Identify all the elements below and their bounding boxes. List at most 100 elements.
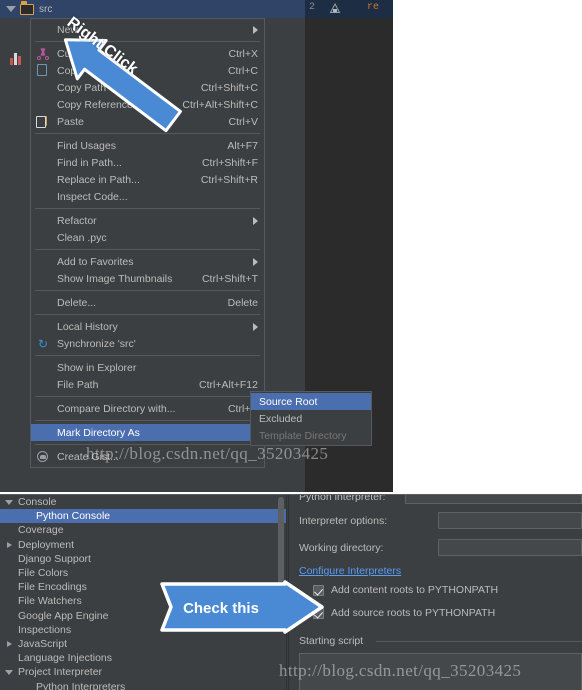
settings-tree-item-label: File Encodings — [18, 581, 87, 594]
menu-separator — [35, 249, 260, 250]
settings-tree-item-label: File Watchers — [18, 595, 82, 608]
menu-item-file-path[interactable]: File Path Ctrl+Alt+F12 — [31, 376, 264, 393]
menu-item-label: Add to Favorites — [57, 255, 134, 268]
chevron-right-icon — [253, 216, 258, 225]
settings-tree-item-django-support[interactable]: Django Support — [0, 552, 286, 566]
python-interpreter-combo[interactable] — [405, 495, 582, 504]
interpreter-options-input[interactable] — [438, 512, 582, 529]
menu-item-delete[interactable]: Delete... Delete — [31, 294, 264, 311]
menu-item-inspect-code[interactable]: Inspect Code... — [31, 188, 264, 205]
add-content-roots-checkbox-row[interactable]: Add content roots to PYTHONPATH — [313, 584, 498, 596]
menu-item-refactor[interactable]: Refactor — [31, 212, 264, 229]
python-interpreter-row-clipped: Python interpreter: — [288, 495, 582, 504]
menu-item-icon-slot — [31, 359, 57, 376]
menu-item-shortcut: Ctrl+Shift+F — [201, 156, 258, 169]
menu-item-label: Refactor — [57, 214, 97, 227]
settings-tree-item-project-interpreter[interactable]: Project Interpreter — [0, 665, 286, 679]
menu-item-label: Clean .pyc — [57, 231, 107, 244]
gutter-line-number: 2 — [309, 2, 316, 13]
menu-item-icon-slot — [31, 253, 57, 270]
triangle-right-icon — [6, 541, 12, 548]
menu-item-replace-in-path[interactable]: Replace in Path... Ctrl+Shift+R — [31, 171, 264, 188]
settings-tree-item-console[interactable]: Console — [0, 495, 286, 509]
menu-item-label: Compare Directory with... — [57, 402, 176, 415]
triangle-down-icon[interactable] — [0, 499, 18, 505]
interpreter-options-label: Interpreter options: — [299, 515, 388, 527]
menu-item-icon-slot — [31, 294, 57, 311]
menu-item-label: Find in Path... — [57, 156, 122, 169]
submenu-item-excluded[interactable]: Excluded — [251, 410, 371, 427]
settings-tree-item-label: Python Interpreters — [36, 680, 126, 690]
folder-icon — [20, 1, 34, 15]
menu-item-find-in-path[interactable]: Find in Path... Ctrl+Shift+F — [31, 154, 264, 171]
menu-item-shortcut: Ctrl+Shift+T — [201, 272, 258, 285]
settings-tree-item-label: Project Interpreter — [18, 666, 103, 679]
menu-item-compare-directory-with[interactable]: Compare Directory with... Ctrl+D — [31, 400, 264, 417]
triangle-down-icon[interactable] — [0, 669, 18, 675]
starting-script-group-label: Starting script — [299, 635, 364, 647]
submenu-item-label: Excluded — [259, 412, 303, 425]
submenu-item-source-root[interactable]: Source Root — [251, 393, 371, 410]
submenu-item-label: Source Root — [259, 395, 318, 408]
sync-icon: ↻ — [37, 337, 49, 351]
triangle-right-icon[interactable] — [0, 541, 18, 548]
chevron-right-icon — [253, 322, 258, 331]
settings-tree-item-label: Language Injections — [18, 652, 112, 665]
menu-item-local-history[interactable]: Local History — [31, 318, 264, 335]
menu-item-label: Local History — [57, 320, 118, 333]
settings-tree-item-label: File Colors — [18, 567, 69, 580]
settings-tree-item-label: Google App Engine — [18, 609, 109, 622]
menu-item-clean-pyc[interactable]: Clean .pyc — [31, 229, 264, 246]
settings-tree-item-label: Inspections — [18, 623, 72, 636]
menu-item-shortcut: Alt+F7 — [227, 139, 258, 152]
run-configuration-icon[interactable] — [329, 3, 341, 15]
check-this-annotation-label: Check this — [183, 600, 259, 617]
paste-icon — [31, 113, 57, 130]
menu-item-label: Show Image Thumbnails — [57, 272, 173, 285]
working-directory-label: Working directory: — [299, 542, 384, 554]
menu-item-label: Find Usages — [57, 139, 116, 152]
settings-tree-item-language-injections[interactable]: Language Injections — [0, 651, 286, 665]
menu-separator — [35, 420, 260, 421]
menu-item-shortcut: Ctrl+Alt+F12 — [199, 378, 258, 391]
settings-tree-item-label: JavaScript — [18, 637, 68, 650]
chevron-right-icon — [253, 257, 258, 266]
menu-item-synchronize-src[interactable]: ↻ Synchronize 'src' — [31, 335, 264, 352]
menu-item-label: File Path — [57, 378, 99, 391]
triangle-down-icon[interactable] — [6, 6, 16, 12]
submenu-item-template-directory: Template Directory — [251, 427, 371, 444]
menu-item-label: Show in Explorer — [57, 361, 137, 374]
working-directory-input[interactable] — [438, 539, 582, 556]
menu-item-show-image-thumbnails[interactable]: Show Image Thumbnails Ctrl+Shift+T — [31, 270, 264, 287]
settings-tree-item-python-interpreters[interactable]: Python Interpreters — [0, 679, 286, 690]
menu-separator — [35, 355, 260, 356]
working-directory-label-row: Working directory: — [299, 542, 383, 554]
settings-tree-item-coverage[interactable]: Coverage — [0, 523, 286, 537]
gist-icon — [31, 448, 57, 465]
triangle-right-icon[interactable] — [0, 640, 18, 647]
check-this-annotation-arrow: Check this — [160, 580, 324, 634]
settings-tree-item-deployment[interactable]: Deployment — [0, 538, 286, 552]
menu-item-icon-slot — [31, 318, 57, 335]
menu-item-show-in-explorer[interactable]: Show in Explorer — [31, 359, 264, 376]
menu-item-shortcut: Ctrl+X — [228, 47, 258, 60]
menu-item-icon-slot — [31, 376, 57, 393]
copy-icon — [37, 64, 47, 76]
tree-node-src[interactable]: src — [0, 0, 305, 18]
settings-tree-item-python-console[interactable]: Python Console — [0, 509, 286, 524]
settings-tree-item-label: Deployment — [18, 538, 75, 551]
settings-tree-item-javascript[interactable]: JavaScript — [0, 637, 286, 651]
add-source-roots-checkbox-row[interactable]: Add source roots to PYTHONPATH — [313, 607, 495, 619]
settings-tree-item-label: Python Console — [36, 510, 111, 523]
menu-item-shortcut: Ctrl+Shift+R — [200, 173, 258, 186]
mark-directory-as-submenu[interactable]: Source Root Excluded Template Directory — [250, 391, 372, 446]
settings-tree-item-file-colors[interactable]: File Colors — [0, 566, 286, 580]
configure-interpreters-link[interactable]: Configure Interpreters — [299, 565, 401, 577]
watermark-top: http://blog.csdn.net/qq_35203425 — [86, 444, 329, 463]
bar-chart-icon[interactable] — [10, 52, 24, 65]
sync-icon: ↻ — [31, 335, 57, 352]
menu-item-add-to-favorites[interactable]: Add to Favorites — [31, 253, 264, 270]
menu-item-mark-directory-as[interactable]: Mark Directory As — [31, 424, 264, 441]
menu-item-shortcut: Ctrl+V — [228, 115, 258, 128]
add-source-roots-label: Add source roots to PYTHONPATH — [331, 607, 496, 619]
